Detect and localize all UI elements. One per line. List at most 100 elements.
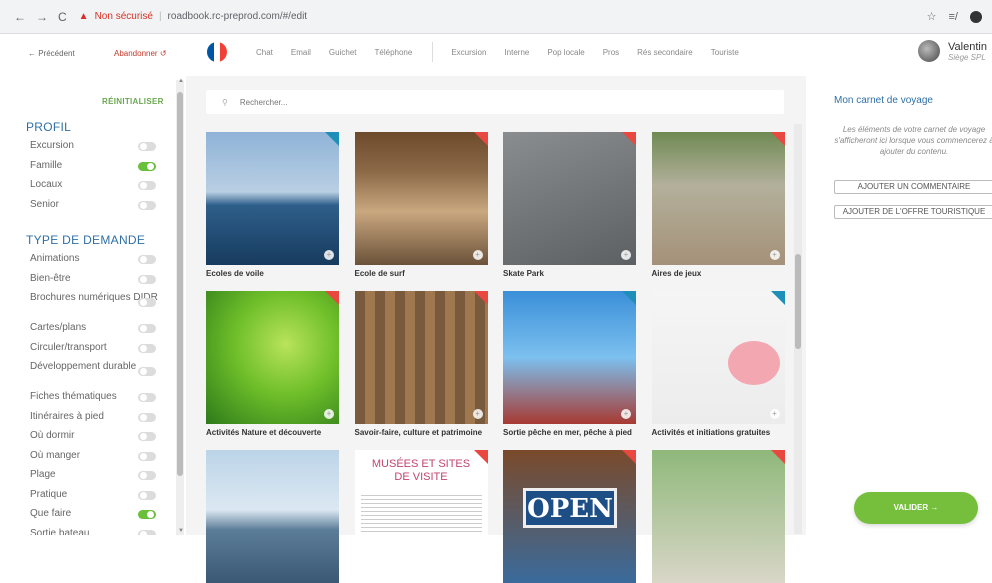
filter-toggle[interactable] — [138, 451, 156, 461]
add-icon[interactable]: + — [472, 250, 483, 260]
filter-toggle[interactable] — [138, 181, 156, 190]
filter-toggle[interactable] — [138, 367, 156, 376]
add-icon[interactable]: + — [769, 250, 780, 260]
filter-toggle[interactable] — [138, 510, 156, 519]
offer-card[interactable]: MUSÉES ET SITES DE VISITE — [354, 450, 488, 583]
tab-excursion[interactable]: Excursion — [451, 48, 486, 62]
offer-image: + — [354, 132, 488, 265]
back-icon[interactable]: ← — [14, 10, 26, 24]
tab-pop-locale[interactable]: Pop locale — [547, 48, 584, 62]
offer-title: Activités Nature et découverte — [206, 428, 322, 437]
extension-icon[interactable]: ≡/ — [949, 11, 958, 23]
flag-stripe-red — [220, 42, 227, 62]
grid-scroll-thumb[interactable] — [795, 254, 801, 349]
filter-toggle[interactable] — [138, 161, 156, 171]
abandon-button[interactable]: Abandonner ↺ — [114, 49, 167, 58]
filter-toggle[interactable] — [138, 298, 156, 307]
offer-card[interactable]: + Aires de jeux — [651, 132, 785, 279]
scroll-down-icon[interactable]: ▼ — [178, 528, 184, 534]
add-icon[interactable]: + — [324, 250, 334, 260]
offer-title: Activités et initiations gratuites — [651, 428, 771, 437]
offer-image: + — [503, 291, 636, 424]
offer-image: + — [206, 291, 339, 424]
profile-icon[interactable] — [970, 10, 982, 23]
scroll-up-icon[interactable]: ▲ — [178, 78, 184, 84]
user-role: Siège SPL — [948, 52, 986, 62]
filter-toggle[interactable] — [138, 343, 156, 353]
filter-toggle[interactable] — [138, 200, 156, 210]
offer-card[interactable]: + Ecole de surf — [354, 132, 488, 279]
tab-res-secondaire[interactable]: Rés secondaire — [637, 48, 693, 62]
filter-toggle[interactable] — [138, 142, 156, 151]
address-bar[interactable]: ▲ Non sécurisé | roadbook.rc-preprod.com… — [79, 11, 307, 22]
grid-scrollbar[interactable] — [794, 124, 802, 534]
offer-card[interactable]: + Activités Nature et découverte — [206, 291, 339, 438]
filter-toggle[interactable] — [138, 255, 156, 264]
add-offer-button[interactable]: AJOUTER DE L'OFFRE TOURISTIQUE — [834, 205, 992, 219]
app-header: ← Précédent Abandonner ↺ Chat Email Guic… — [0, 34, 992, 76]
corner-ribbon — [770, 450, 785, 464]
corner-ribbon — [473, 291, 488, 305]
filter-toggle[interactable] — [138, 529, 156, 535]
offer-image: + — [354, 291, 488, 424]
previous-button[interactable]: ← Précédent — [28, 49, 75, 58]
user-menu[interactable]: Valentin Siège SPL — [918, 40, 987, 62]
corner-ribbon — [622, 291, 636, 305]
corner-ribbon — [473, 450, 488, 464]
offer-card[interactable]: + Skate Park — [503, 132, 636, 279]
search-bar[interactable]: ⚲ — [206, 90, 784, 114]
offer-card[interactable] — [206, 450, 339, 583]
french-flag-icon[interactable] — [207, 42, 227, 62]
validate-button[interactable]: VALIDER → — [854, 492, 978, 524]
offer-card[interactable]: OPEN — [503, 450, 636, 583]
corner-ribbon — [770, 291, 785, 305]
add-icon[interactable]: + — [324, 409, 334, 419]
offer-card[interactable] — [651, 450, 785, 583]
tab-divider — [432, 42, 434, 62]
corner-ribbon — [473, 132, 488, 146]
filter-toggle[interactable] — [138, 324, 156, 333]
sidebar-scroll-thumb[interactable] — [177, 92, 183, 476]
corner-ribbon — [325, 291, 339, 305]
channel-tabs: Chat Email Guichet Téléphone Excursion I… — [256, 42, 757, 62]
offer-image: MUSÉES ET SITES DE VISITE — [354, 450, 488, 583]
offer-card[interactable]: + Ecoles de voile — [206, 132, 339, 279]
add-icon[interactable]: + — [621, 409, 631, 419]
reload-icon[interactable]: C — [58, 10, 67, 24]
add-comment-button[interactable]: AJOUTER UN COMMENTAIRE — [834, 180, 992, 194]
offer-card[interactable]: + Sortie pêche en mer, pêche à pied — [503, 291, 636, 438]
offer-image: + — [651, 132, 785, 265]
filter-toggle[interactable] — [138, 432, 156, 441]
offer-title: Skate Park — [503, 269, 544, 278]
filter-toggle[interactable] — [138, 393, 156, 402]
filter-toggle[interactable] — [138, 274, 156, 284]
search-icon: ⚲ — [222, 97, 228, 107]
carnet-description: Les éléments de votre carnet de voyage s… — [834, 125, 992, 156]
user-info: Valentin Siège SPL — [948, 41, 987, 62]
star-icon[interactable]: ☆ — [927, 10, 937, 23]
add-icon[interactable]: + — [621, 250, 631, 260]
filter-toggle[interactable] — [138, 412, 156, 422]
sidebar-scrollbar[interactable] — [176, 80, 184, 535]
offer-card[interactable]: + Savoir-faire, culture et patrimoine — [354, 291, 488, 438]
tab-email[interactable]: Email — [291, 48, 311, 62]
add-icon[interactable]: + — [472, 409, 483, 419]
tab-touriste[interactable]: Touriste — [711, 48, 739, 62]
filter-toggle[interactable] — [138, 490, 156, 500]
offer-card[interactable]: + Activités et initiations gratuites — [651, 291, 785, 438]
user-name: Valentin — [948, 40, 987, 53]
url-text: roadbook.rc-preprod.com/#/edit — [167, 11, 308, 22]
tab-telephone[interactable]: Téléphone — [375, 48, 413, 62]
search-input[interactable] — [239, 97, 720, 107]
musee-heading: MUSÉES ET SITES DE VISITE — [371, 458, 471, 483]
forward-icon[interactable]: → — [36, 10, 48, 24]
filter-toggle[interactable] — [138, 471, 156, 480]
tab-chat[interactable]: Chat — [256, 48, 273, 62]
add-icon[interactable]: + — [769, 409, 780, 419]
tab-pros[interactable]: Pros — [603, 48, 619, 62]
avatar — [918, 40, 940, 62]
offer-image: + — [206, 132, 339, 265]
reset-button[interactable]: RÉINITIALISER — [102, 97, 164, 106]
tab-guichet[interactable]: Guichet — [329, 48, 357, 62]
tab-interne[interactable]: Interne — [504, 48, 529, 62]
